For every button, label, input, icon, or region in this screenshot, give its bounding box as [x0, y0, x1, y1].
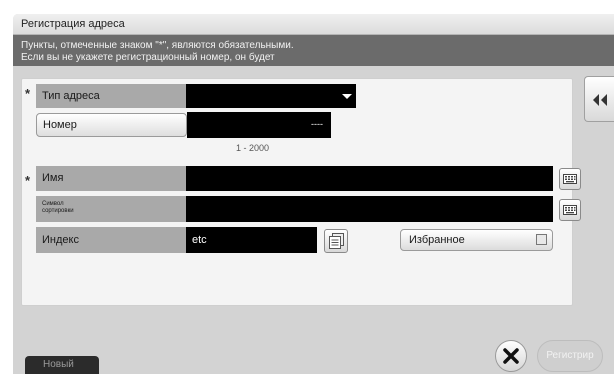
double-chevron-left-icon: [593, 94, 607, 106]
address-type-label: Тип адреса: [36, 84, 186, 108]
sort-char-label-line1: Символ: [42, 201, 64, 207]
favorite-toggle[interactable]: Избранное: [400, 229, 553, 251]
close-icon: [503, 348, 519, 364]
number-button[interactable]: Номер: [36, 113, 187, 137]
number-value: ----: [311, 119, 323, 129]
required-mark: *: [25, 86, 31, 101]
message-line-2: Если вы не укажете регистрационный номер…: [21, 52, 275, 63]
app-screen: Регистрация адреса Пункты, отмеченные зн…: [13, 14, 614, 374]
index-value: etc: [192, 234, 207, 246]
number-range-hint: 1 - 2000: [236, 143, 270, 153]
keyboard-icon[interactable]: [559, 199, 581, 221]
favorite-label: Избранное: [409, 234, 465, 246]
window-title: Регистрация адреса: [21, 18, 125, 30]
favorite-checkbox[interactable]: [536, 234, 547, 245]
address-type-select[interactable]: [186, 84, 356, 108]
sort-char-label-line2: сортировки: [42, 208, 74, 214]
dropdown-arrow-icon: [342, 94, 352, 99]
message-bar: Пункты, отмеченные знаком "*", являются …: [13, 35, 614, 66]
new-tab[interactable]: Новый: [25, 356, 99, 374]
register-button[interactable]: Регистрир: [537, 340, 603, 372]
index-label: Индекс: [36, 227, 186, 253]
index-list-icon[interactable]: [324, 229, 348, 253]
name-field[interactable]: [186, 166, 553, 191]
sort-char-field[interactable]: [186, 196, 553, 222]
index-field[interactable]: etc: [186, 227, 317, 253]
required-mark: *: [25, 173, 31, 188]
number-field[interactable]: ----: [187, 112, 331, 138]
title-bar: Регистрация адреса: [13, 14, 614, 35]
message-line-1: Пункты, отмеченные знаком "*", являются …: [21, 40, 294, 51]
sort-char-label: Символ сортировки: [36, 196, 186, 222]
name-label: Имя: [36, 166, 186, 191]
keyboard-icon[interactable]: [559, 168, 581, 190]
side-panel-toggle[interactable]: [584, 76, 614, 122]
close-button[interactable]: [495, 340, 527, 372]
